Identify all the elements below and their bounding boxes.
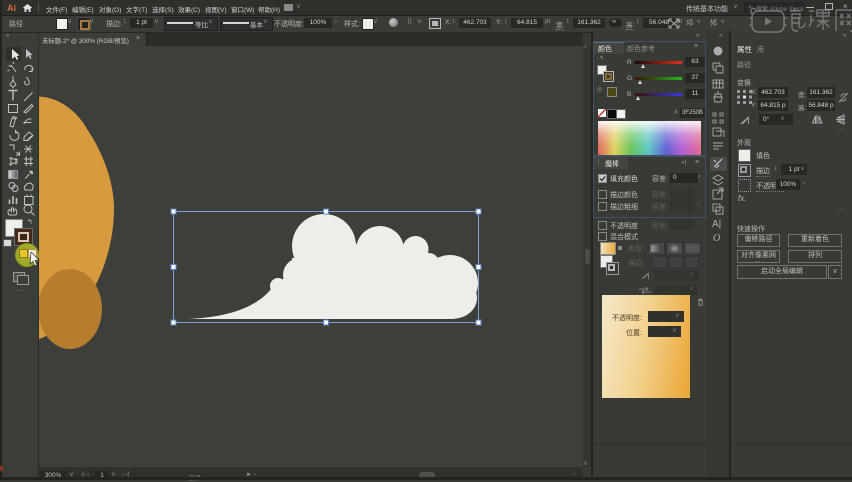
svg-text:O: O: [713, 233, 720, 244]
svg-text:A|: A|: [712, 219, 721, 230]
